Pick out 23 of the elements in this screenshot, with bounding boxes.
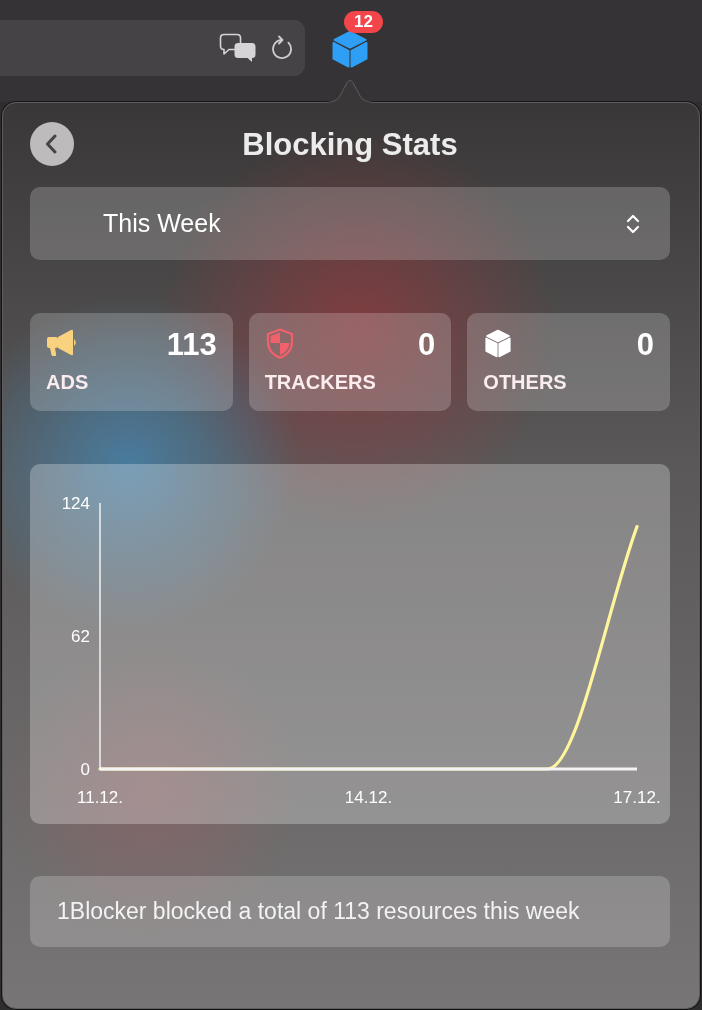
count-badge: 12 — [344, 11, 383, 33]
chevron-left-icon — [45, 134, 57, 154]
stat-label: ADS — [46, 370, 89, 394]
stat-count: 0 — [418, 328, 436, 362]
y-tick-label: 0 — [80, 760, 90, 779]
popover-title: Blocking Stats — [241, 126, 459, 164]
cube-icon[interactable] — [332, 30, 368, 68]
period-dropdown[interactable]: This Week — [30, 187, 670, 260]
y-tick-label: 62 — [71, 627, 90, 646]
up-down-chevron-icon — [626, 212, 640, 235]
address-bar[interactable] — [0, 20, 305, 76]
reload-icon[interactable] — [271, 34, 293, 60]
y-tick-label: 124 — [61, 494, 90, 513]
back-button[interactable] — [30, 122, 74, 166]
stat-count: 113 — [166, 328, 217, 362]
stat-label: TRACKERS — [264, 370, 376, 394]
summary-text: 1Blocker blocked a total of 113 resources this week — [30, 876, 670, 947]
stat-label: OTHERS — [483, 370, 567, 394]
speech-bubbles-icon[interactable] — [219, 33, 257, 63]
x-tick-label: 14.12. — [344, 788, 393, 807]
stat-count: 0 — [636, 328, 654, 362]
x-tick-label: 17.12. — [613, 788, 661, 807]
x-tick-label: 11.12. — [77, 788, 123, 807]
